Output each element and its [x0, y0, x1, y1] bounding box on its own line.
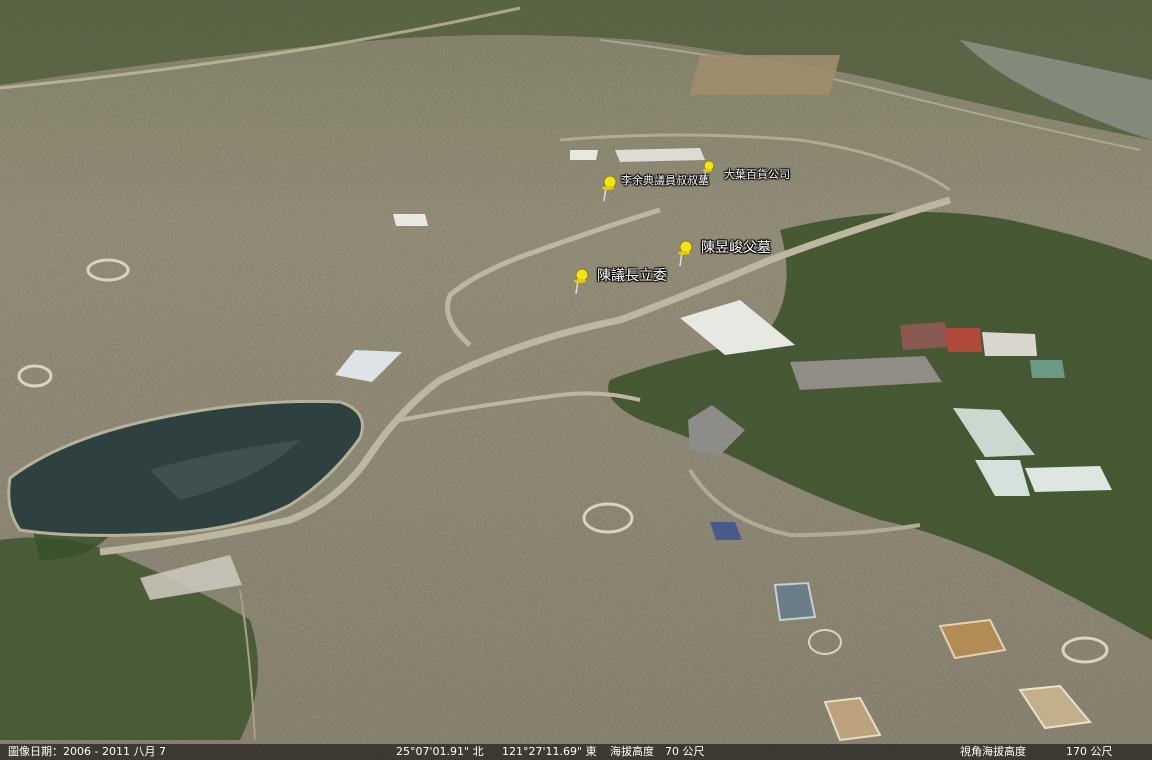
- placemark-label: 陳議長立委: [597, 268, 667, 284]
- white-block: [982, 332, 1037, 356]
- eye-altitude-label: 視角海拔高度: [960, 745, 1026, 758]
- green-roof: [1030, 360, 1065, 378]
- pushpin-icon: [602, 175, 617, 202]
- placemark-label: 李余典議員叔叔墓: [621, 174, 709, 187]
- longitude-readout: 121°27'11.69" 東: [502, 745, 597, 758]
- satellite-imagery[interactable]: [0, 0, 1152, 760]
- placemark-label: 陳昱峻父墓: [701, 240, 771, 256]
- distant-field: [689, 55, 841, 95]
- pushpin-icon: [702, 160, 715, 181]
- map-viewport[interactable]: 李余典議員叔叔墓 大葉百貨公司 陳昱峻父墓 陳議長立委 圖像日期：2006 - …: [0, 0, 1152, 760]
- roof-small-1: [570, 150, 598, 160]
- pushpin-icon: [678, 240, 693, 267]
- imagery-date: 圖像日期：2006 - 2011 八月 7: [8, 745, 166, 758]
- red-roof-1: [900, 322, 948, 350]
- greenhouse-3: [1025, 466, 1112, 492]
- status-bar: 圖像日期：2006 - 2011 八月 7 25°07'01.91" 北 121…: [0, 744, 1152, 760]
- tomb-blue: [773, 581, 817, 622]
- roof-small-2: [393, 214, 428, 226]
- roof-cluster: [615, 148, 705, 162]
- latitude-readout: 25°07'01.91" 北: [396, 745, 484, 758]
- red-roof-2: [945, 328, 982, 352]
- elevation-readout: 海拔高度 70 公尺: [610, 745, 705, 758]
- eye-altitude-value: 170 公尺: [1066, 745, 1113, 758]
- pushpin-icon: [574, 268, 589, 295]
- placemark-label: 大葉百貨公司: [724, 168, 790, 181]
